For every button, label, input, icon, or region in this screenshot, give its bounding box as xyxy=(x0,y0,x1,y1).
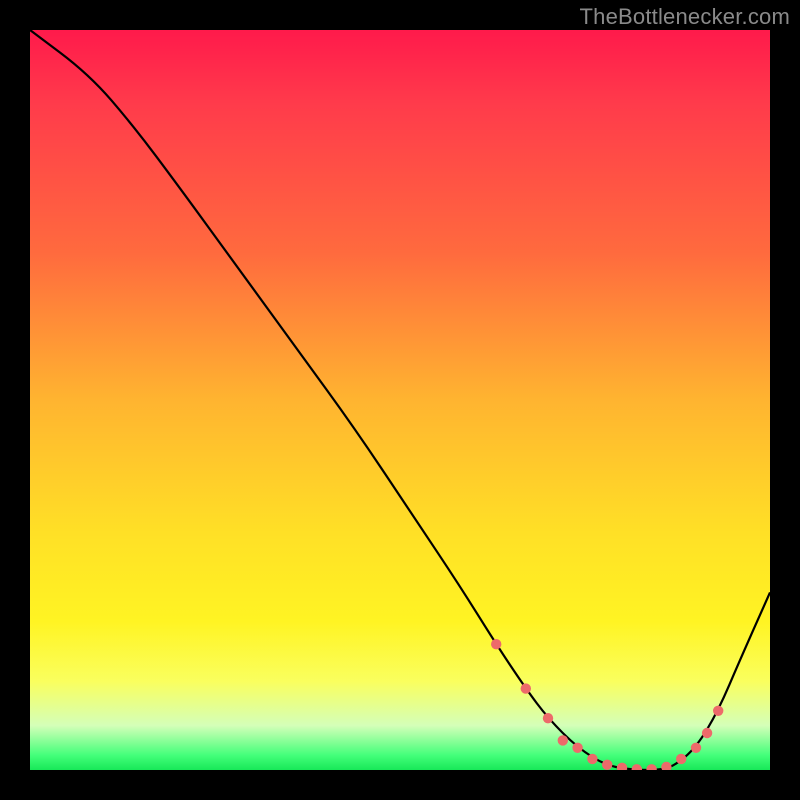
bottleneck-curve-svg xyxy=(30,30,770,770)
chart-container: TheBottlenecker.com xyxy=(0,0,800,800)
bottleneck-curve xyxy=(30,30,770,770)
curve-marker xyxy=(702,728,712,738)
curve-markers xyxy=(491,639,723,770)
curve-marker xyxy=(691,743,701,753)
curve-marker xyxy=(587,754,597,764)
curve-marker xyxy=(676,754,686,764)
curve-marker xyxy=(572,743,582,753)
curve-marker xyxy=(713,706,723,716)
curve-marker xyxy=(602,760,612,770)
watermark-text: TheBottlenecker.com xyxy=(580,4,790,30)
curve-marker xyxy=(543,713,553,723)
curve-marker xyxy=(617,763,627,770)
curve-marker xyxy=(661,762,671,770)
curve-marker xyxy=(491,639,501,649)
curve-marker xyxy=(632,764,642,770)
curve-marker xyxy=(521,683,531,693)
curve-marker xyxy=(646,764,656,770)
plot-area xyxy=(30,30,770,770)
curve-marker xyxy=(558,735,568,745)
